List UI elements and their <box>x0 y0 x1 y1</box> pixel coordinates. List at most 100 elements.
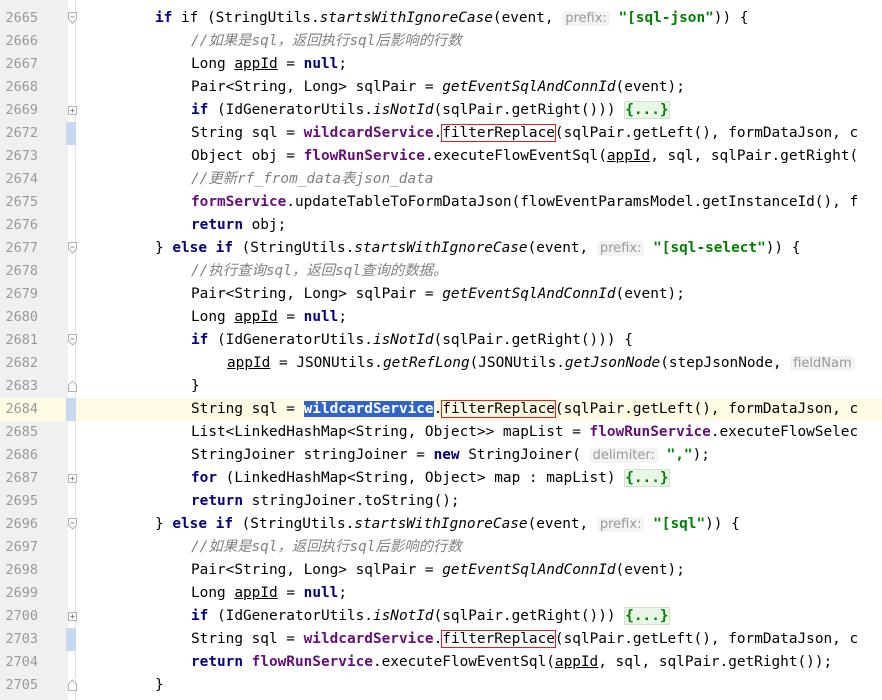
highlight-box: filterReplace <box>441 124 556 142</box>
highlight-box: filterReplace <box>441 400 556 418</box>
code-line[interactable]: 2683 } <box>0 375 882 398</box>
code-text: String sql = wildcardService.filterRepla… <box>191 630 859 648</box>
fold-open-icon[interactable] <box>68 242 77 254</box>
line-number: 2684 <box>5 401 38 417</box>
code-line[interactable]: 2695 return stringJoiner.toString(); <box>0 490 882 513</box>
code-text: StringJoiner stringJoiner = new StringJo… <box>191 447 710 463</box>
line-number: 2667 <box>5 56 38 72</box>
fold-open-icon[interactable] <box>68 518 77 530</box>
code-line[interactable]: 2679 Pair<String, Long> sqlPair = getEve… <box>0 283 882 306</box>
code-comment: //如果是sql，返回执行sql后影响的行数 <box>191 539 462 555</box>
code-line[interactable]: 2667 Long appId = null; <box>0 53 882 76</box>
line-number: 2682 <box>5 355 38 371</box>
parameter-hint: delimiter: <box>589 448 658 463</box>
line-number: 2687 <box>5 470 38 486</box>
code-comment: //执行查询sql，返回sql查询的数据。 <box>191 263 448 279</box>
fold-open-icon[interactable] <box>68 334 77 346</box>
code-line[interactable]: 2668 Pair<String, Long> sqlPair = getEve… <box>0 76 882 99</box>
code-text: } <box>191 378 200 394</box>
code-text: String sql = wildcardService.filterRepla… <box>191 400 859 418</box>
highlight-box: filterReplace <box>441 630 556 648</box>
code-line[interactable]: 2677 } else if (StringUtils.startsWithIg… <box>0 237 882 260</box>
code-line[interactable]: 2678 //执行查询sql，返回sql查询的数据。 <box>0 260 882 283</box>
line-number: 2696 <box>5 516 38 532</box>
line-number: 2669 <box>5 102 38 118</box>
code-text: for (LinkedHashMap<String, Object> map :… <box>191 469 670 487</box>
code-line[interactable]: 2705 } <box>0 674 882 697</box>
line-number: 2666 <box>5 33 38 49</box>
code-line[interactable]: 2666 //如果是sql，返回执行sql后影响的行数 <box>0 30 882 53</box>
code-line[interactable]: 2703 String sql = wildcardService.filter… <box>0 628 882 651</box>
code-line[interactable]: 2669 if (IdGeneratorUtils.isNotId(sqlPai… <box>0 99 882 122</box>
code-line[interactable]: 2675 formService.updateTableToFormDataJs… <box>0 191 882 214</box>
line-number: 2695 <box>5 493 38 509</box>
line-number: 2698 <box>5 562 38 578</box>
line-number: 2699 <box>5 585 38 601</box>
code-line[interactable]: 2673 Object obj = flowRunService.execute… <box>0 145 882 168</box>
code-text: Pair<String, Long> sqlPair = getEventSql… <box>191 79 685 95</box>
code-comment: //更新rf_from_data表json_data <box>191 171 434 187</box>
line-number: 2680 <box>5 309 38 325</box>
code-text: Long appId = null; <box>191 585 347 601</box>
code-line[interactable]: 2665 if if (StringUtils.startsWithIgnore… <box>0 7 882 30</box>
code-line[interactable]: 2704 return flowRunService.executeFlowEv… <box>0 651 882 674</box>
code-line[interactable]: 2682 appId = JSONUtils.getRefLong(JSONUt… <box>0 352 882 375</box>
code-line[interactable]: 2687 for (LinkedHashMap<String, Object> … <box>0 467 882 490</box>
line-number: 2674 <box>5 171 38 187</box>
code-text: Long appId = null; <box>191 309 347 325</box>
code-line[interactable]: 2699 Long appId = null; <box>0 582 882 605</box>
change-marker <box>66 122 76 145</box>
line-number: 2703 <box>5 631 38 647</box>
code-text: } else if (StringUtils.startsWithIgnoreC… <box>155 516 740 532</box>
code-line[interactable]: 2686 StringJoiner stringJoiner = new Str… <box>0 444 882 467</box>
code-text: if (IdGeneratorUtils.isNotId(sqlPair.get… <box>191 607 670 625</box>
code-text: if if (StringUtils.startsWithIgnoreCase(… <box>155 10 749 26</box>
line-number: 2705 <box>5 677 38 693</box>
change-marker <box>66 398 76 421</box>
code-text: Long appId = null; <box>191 56 347 72</box>
line-number: 2679 <box>5 286 38 302</box>
code-text: String sql = wildcardService.filterRepla… <box>191 124 859 142</box>
parameter-hint: prefix: <box>596 517 645 532</box>
code-editor[interactable]: 2665 if if (StringUtils.startsWithIgnore… <box>0 0 882 700</box>
line-number: 2677 <box>5 240 38 256</box>
code-line[interactable]: 2698 Pair<String, Long> sqlPair = getEve… <box>0 559 882 582</box>
line-number: 2685 <box>5 424 38 440</box>
code-line[interactable]: 2672 String sql = wildcardService.filter… <box>0 122 882 145</box>
line-number: 2686 <box>5 447 38 463</box>
code-line[interactable]: 2681 if (IdGeneratorUtils.isNotId(sqlPai… <box>0 329 882 352</box>
code-line[interactable]: 2680 Long appId = null; <box>0 306 882 329</box>
line-number: 2683 <box>5 378 38 394</box>
code-text: return obj; <box>191 217 287 233</box>
line-number: 2668 <box>5 79 38 95</box>
code-line[interactable]: 2696 } else if (StringUtils.startsWithIg… <box>0 513 882 536</box>
code-line-current[interactable]: 2684 String sql = wildcardService.filter… <box>0 398 882 421</box>
fold-end-icon[interactable] <box>68 380 77 392</box>
fold-closed-icon[interactable] <box>68 472 77 484</box>
line-number: 2704 <box>5 654 38 670</box>
selected-text: wildcardService <box>303 401 434 417</box>
code-line[interactable]: 2674 //更新rf_from_data表json_data <box>0 168 882 191</box>
folded-block[interactable]: {...} <box>624 607 670 625</box>
code-text: return flowRunService.executeFlowEventSq… <box>191 654 833 670</box>
code-text: List<LinkedHashMap<String, Object>> mapL… <box>191 424 859 440</box>
fold-closed-icon[interactable] <box>68 610 77 622</box>
line-number: 2697 <box>5 539 38 555</box>
line-number: 2678 <box>5 263 38 279</box>
folded-block[interactable]: {...} <box>624 101 670 119</box>
code-text: Pair<String, Long> sqlPair = getEventSql… <box>191 286 685 302</box>
line-number: 2673 <box>5 148 38 164</box>
code-text: if (IdGeneratorUtils.isNotId(sqlPair.get… <box>191 101 670 119</box>
code-comment: //如果是sql，返回执行sql后影响的行数 <box>191 33 462 49</box>
fold-end-icon[interactable] <box>68 679 77 691</box>
folded-block[interactable]: {...} <box>624 469 670 487</box>
fold-open-icon[interactable] <box>68 12 77 24</box>
code-text: Object obj = flowRunService.executeFlowE… <box>191 148 859 164</box>
code-line[interactable]: 2685 List<LinkedHashMap<String, Object>>… <box>0 421 882 444</box>
code-line[interactable]: 2676 return obj; <box>0 214 882 237</box>
code-text: } <box>155 677 164 693</box>
fold-closed-icon[interactable] <box>68 104 77 116</box>
code-line[interactable]: 2697 //如果是sql，返回执行sql后影响的行数 <box>0 536 882 559</box>
code-text: } else if (StringUtils.startsWithIgnoreC… <box>155 240 801 256</box>
code-line[interactable]: 2700 if (IdGeneratorUtils.isNotId(sqlPai… <box>0 605 882 628</box>
